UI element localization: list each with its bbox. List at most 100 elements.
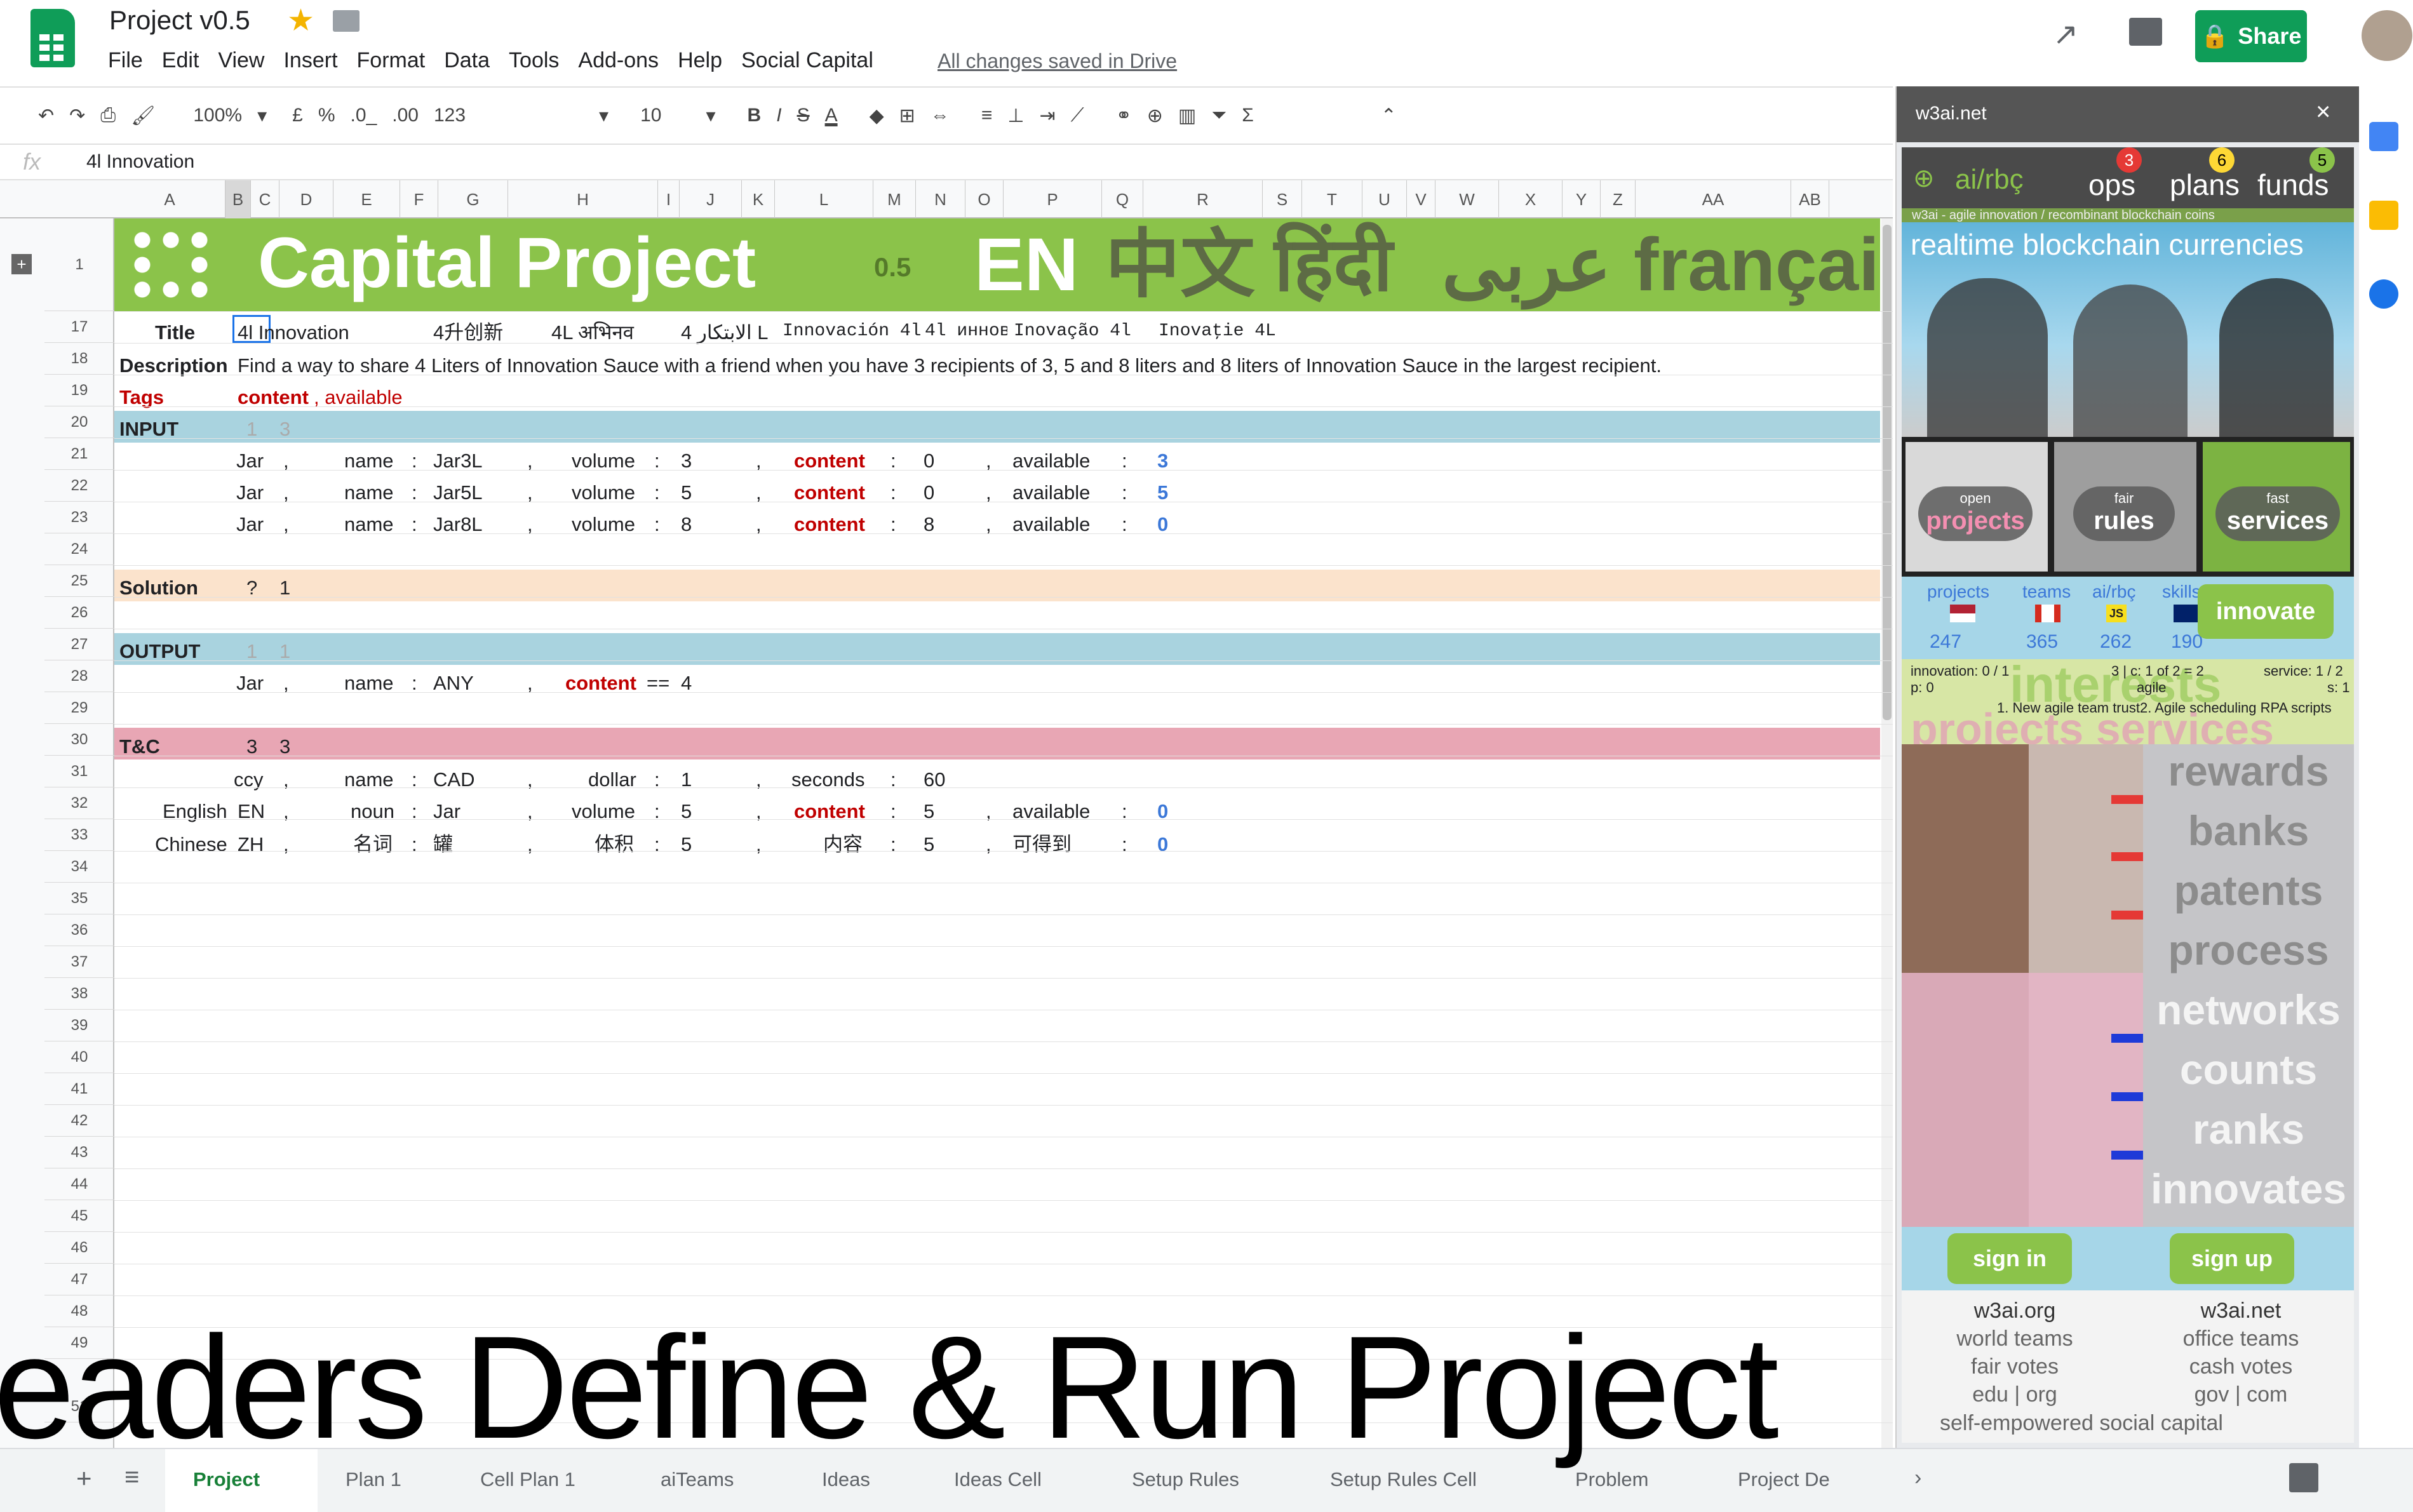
scroll-tabs-right-icon[interactable]: › (1914, 1466, 1921, 1490)
dollar-value[interactable]: 1 (681, 770, 692, 789)
collapse-chevron-up-icon[interactable]: ⌃ (1381, 105, 1397, 127)
row-header[interactable]: 43 (44, 1137, 114, 1168)
jar-3-jar[interactable]: Jar (236, 514, 264, 534)
jar-3-content-label[interactable]: content (794, 514, 865, 534)
en-available-label[interactable]: available (1012, 801, 1090, 821)
fair-rules-button[interactable]: fair rules (2073, 486, 2175, 541)
jar-3-volume-label[interactable]: volume (572, 514, 635, 534)
decrease-decimal-button[interactable]: .0_ (351, 105, 377, 126)
fill-color-icon[interactable]: ◆ (870, 105, 884, 127)
seconds-label[interactable]: seconds (791, 770, 864, 789)
percent-button[interactable]: % (318, 105, 335, 126)
jar-2-volume-value[interactable]: 5 (681, 483, 692, 502)
tab-problem[interactable]: Problem (1575, 1468, 1648, 1491)
row-header[interactable]: 47 (44, 1264, 114, 1295)
en-content-label[interactable]: content (794, 801, 865, 821)
jar-2-content-value[interactable]: 0 (924, 483, 934, 502)
vertical-scrollbar[interactable] (1881, 218, 1893, 1450)
column-header-j[interactable]: J (680, 180, 742, 218)
column-header-i[interactable]: I (658, 180, 680, 218)
explore-icon[interactable] (2289, 1463, 2318, 1492)
column-header-h[interactable]: H (508, 180, 658, 218)
row-header[interactable]: 42 (44, 1105, 114, 1137)
keep-icon[interactable] (2369, 201, 2398, 230)
jar-2-available-label[interactable]: available (1012, 483, 1090, 502)
row-header[interactable]: 30 (44, 724, 114, 756)
print-icon[interactable]: ⎙ (100, 105, 116, 126)
row-header[interactable]: 23 (44, 502, 114, 533)
en-content-value[interactable]: 5 (924, 801, 934, 821)
nav-funds[interactable]: funds (2257, 168, 2329, 202)
tab-ideas[interactable]: Ideas (822, 1468, 870, 1491)
ccy-label[interactable]: ccy (234, 770, 264, 789)
jar-3-name-value[interactable]: Jar8L (433, 514, 483, 534)
row-header[interactable]: 32 (44, 787, 114, 819)
menu-tools[interactable]: Tools (509, 48, 559, 73)
bold-button[interactable]: B (748, 105, 762, 126)
thumb-open-projects[interactable]: open projects (1906, 442, 2048, 572)
row-header[interactable]: 28 (44, 660, 114, 692)
column-header-s[interactable]: S (1263, 180, 1302, 218)
en-noun[interactable]: noun (351, 801, 394, 821)
menu-social-capital[interactable]: Social Capital (741, 48, 873, 73)
save-status-link[interactable]: All changes saved in Drive (938, 50, 1177, 73)
jar-3-available-label[interactable]: available (1012, 514, 1090, 534)
output-name-label[interactable]: name (344, 673, 394, 693)
menu-insert[interactable]: Insert (283, 48, 337, 73)
italic-button[interactable]: I (776, 105, 781, 126)
link-icon[interactable]: ⚭ (1116, 105, 1132, 127)
jar-1-jar[interactable]: Jar (236, 451, 264, 471)
tab-setup-rules-cell[interactable]: Setup Rules Cell (1330, 1468, 1477, 1491)
column-header-t[interactable]: T (1302, 180, 1362, 218)
increase-decimal-button[interactable]: .00 (392, 105, 419, 126)
redo-icon[interactable]: ↷ (69, 105, 85, 127)
menu-addons[interactable]: Add-ons (578, 48, 659, 73)
row-header[interactable]: 21 (44, 438, 114, 470)
jar-1-content-label[interactable]: content (794, 451, 865, 471)
share-button[interactable]: 🔒 Share (2195, 10, 2307, 62)
row-header[interactable]: 34 (44, 851, 114, 883)
fast-services-button[interactable]: fast services (2215, 486, 2340, 541)
column-header-o[interactable]: O (965, 180, 1004, 218)
jar-1-volume-label[interactable]: volume (572, 451, 635, 471)
document-title[interactable]: Project v0.5 (109, 5, 250, 36)
currency-button[interactable]: £ (292, 105, 303, 126)
jar-1-content-value[interactable]: 0 (924, 451, 934, 471)
menu-edit[interactable]: Edit (162, 48, 199, 73)
column-header-z[interactable]: Z (1601, 180, 1636, 218)
english-label[interactable]: English (163, 801, 227, 821)
menu-data[interactable]: Data (444, 48, 490, 73)
jar-2-jar[interactable]: Jar (236, 483, 264, 502)
folder-icon[interactable] (333, 10, 360, 32)
menu-help[interactable]: Help (678, 48, 722, 73)
jar-1-name-label[interactable]: name (344, 451, 394, 471)
row-header[interactable]: 18 (44, 343, 114, 375)
row-header[interactable]: 26 (44, 597, 114, 629)
borders-icon[interactable]: ⊞ (899, 105, 915, 127)
jar-1-name-value[interactable]: Jar3L (433, 451, 483, 471)
row-header[interactable]: 25 (44, 565, 114, 597)
insert-chart-icon[interactable]: ▥ (1178, 105, 1196, 127)
row-header[interactable]: 46 (44, 1232, 114, 1264)
row-header[interactable]: 29 (44, 692, 114, 724)
row-header[interactable]: 39 (44, 1010, 114, 1041)
insert-comment-icon[interactable]: ⊕ (1147, 105, 1163, 127)
column-header-a[interactable]: A (114, 180, 225, 218)
jar-1-available-label[interactable]: available (1012, 451, 1090, 471)
column-header-f[interactable]: F (400, 180, 438, 218)
column-header-g[interactable]: G (438, 180, 508, 218)
org-title[interactable]: w3ai.org (1902, 1297, 2128, 1325)
ccy-name-label[interactable]: name (344, 770, 394, 789)
en-jar[interactable]: Jar (433, 801, 460, 821)
english-code[interactable]: EN (238, 801, 265, 821)
cell-tags-available[interactable]: , available (314, 387, 403, 407)
cell-title-ru[interactable]: 4l инновации (925, 323, 1007, 340)
row-header[interactable]: 38 (44, 978, 114, 1010)
font-size-chevron-icon[interactable]: ▾ (706, 105, 715, 127)
number-format-select[interactable]: 123 (434, 105, 466, 126)
tab-ideas-cell[interactable]: Ideas Cell (954, 1468, 1042, 1491)
cell-title-hi[interactable]: 4L अभिनव (551, 323, 634, 342)
avatar[interactable] (2362, 10, 2412, 61)
column-header-d[interactable]: D (279, 180, 333, 218)
column-header-u[interactable]: U (1362, 180, 1407, 218)
